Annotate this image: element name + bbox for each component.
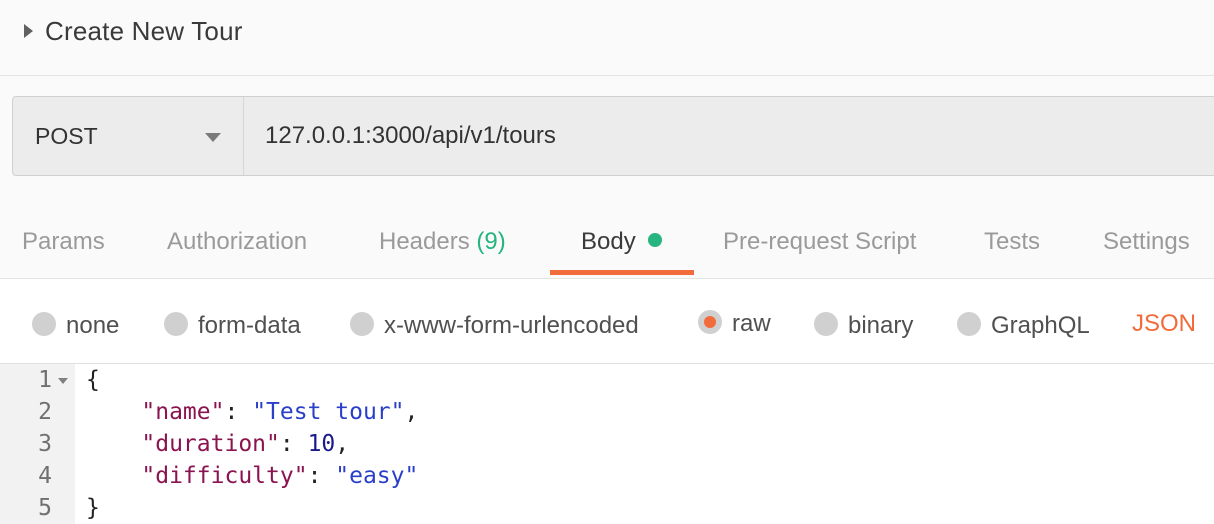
body-indicator-dot-icon	[647, 233, 662, 247]
option-label: raw	[732, 310, 771, 337]
tab-settings[interactable]: Settings	[1103, 226, 1190, 258]
code-separator: :	[224, 399, 253, 425]
code-line: {	[86, 364, 100, 396]
tab-label: Params	[22, 228, 105, 255]
code-comma: ,	[404, 399, 419, 425]
chevron-down-icon	[205, 133, 221, 142]
json-key: "difficulty"	[141, 463, 308, 489]
body-option-binary[interactable]: binary	[814, 310, 913, 342]
tab-label: Tests	[984, 228, 1041, 255]
body-option-graphql[interactable]: GraphQL	[957, 310, 1090, 342]
code-line: "duration": 10,	[86, 428, 349, 460]
tab-headers[interactable]: Headers (9)	[379, 226, 506, 258]
line-number-gutter: 1 2 3 4 5	[0, 364, 75, 524]
line-number: 3	[38, 431, 52, 457]
line-number: 4	[38, 463, 52, 489]
json-string-value: "easy"	[335, 463, 419, 489]
option-label: GraphQL	[991, 312, 1090, 339]
body-option-none[interactable]: none	[32, 310, 119, 342]
body-option-raw[interactable]: raw	[698, 308, 771, 340]
request-title-bar: Create New Tour	[0, 0, 1214, 76]
option-label: none	[66, 312, 120, 339]
body-option-x-www-form-urlencoded[interactable]: x-www-form-urlencoded	[350, 310, 639, 342]
json-key: "name"	[141, 399, 225, 425]
url-value: 127.0.0.1:3000/api/v1/tours	[265, 122, 556, 149]
method-label: POST	[35, 123, 98, 149]
method-dropdown[interactable]: POST	[12, 96, 244, 176]
headers-count-badge: (9)	[476, 228, 506, 255]
tab-authorization[interactable]: Authorization	[167, 226, 307, 258]
tab-tests[interactable]: Tests	[984, 226, 1040, 258]
line-number: 1	[38, 367, 52, 393]
code-line: "difficulty": "easy"	[86, 460, 418, 492]
line-number: 5	[38, 495, 52, 521]
request-tabs: Params Authorization Headers (9) Body Pr…	[0, 194, 1214, 279]
tab-pre-request-script[interactable]: Pre-request Script	[723, 226, 916, 258]
code-brace: {	[86, 367, 100, 393]
tab-label: Settings	[1103, 228, 1190, 255]
radio-icon[interactable]	[350, 312, 374, 336]
code-line: }	[86, 492, 100, 524]
code-line: "name": "Test tour",	[86, 396, 418, 428]
active-tab-underline	[550, 270, 694, 275]
radio-selected-icon[interactable]	[698, 310, 722, 334]
tab-body[interactable]: Body	[581, 226, 662, 258]
option-label: binary	[848, 312, 914, 339]
radio-icon[interactable]	[32, 312, 56, 336]
json-key: "duration"	[141, 431, 280, 457]
body-type-dropdown[interactable]: JSON	[1132, 308, 1196, 340]
tab-label: Authorization	[167, 228, 308, 255]
code-separator: :	[279, 431, 308, 457]
code-separator: :	[307, 463, 336, 489]
code-comma: ,	[335, 431, 350, 457]
option-label: form-data	[198, 312, 301, 339]
body-type-options: none form-data x-www-form-urlencoded raw…	[0, 280, 1214, 364]
tab-label: Headers	[379, 228, 470, 255]
body-code-editor[interactable]: 1 2 3 4 5 { "name": "Test tour", "durati…	[0, 364, 1214, 524]
tab-label: Pre-request Script	[723, 228, 917, 255]
request-row: POST 127.0.0.1:3000/api/v1/tours	[0, 76, 1214, 194]
option-label: x-www-form-urlencoded	[384, 312, 639, 339]
body-option-form-data[interactable]: form-data	[164, 310, 301, 342]
tab-params[interactable]: Params	[22, 226, 105, 258]
expand-caret-icon[interactable]	[24, 24, 33, 38]
json-string-value: "Test tour"	[252, 399, 405, 425]
json-number-value: 10	[307, 431, 336, 457]
request-name[interactable]: Create New Tour	[45, 14, 243, 48]
tab-label: Body	[581, 228, 636, 255]
url-input[interactable]: 127.0.0.1:3000/api/v1/tours	[243, 96, 1214, 176]
radio-icon[interactable]	[814, 312, 838, 336]
radio-icon[interactable]	[164, 312, 188, 336]
fold-caret-icon[interactable]	[58, 378, 68, 384]
line-number: 2	[38, 399, 52, 425]
radio-icon[interactable]	[957, 312, 981, 336]
code-brace: }	[86, 495, 100, 521]
